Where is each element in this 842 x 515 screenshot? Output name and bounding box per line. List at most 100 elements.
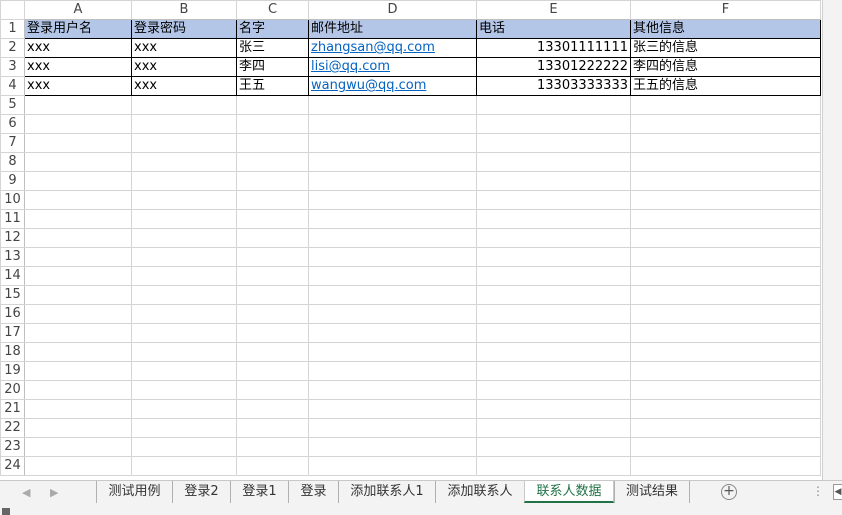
empty-cell[interactable] xyxy=(630,209,821,229)
tab-sheet[interactable]: 测试结果 xyxy=(614,481,690,503)
scroll-left-icon[interactable]: ◀ xyxy=(833,484,842,500)
vertical-scrollbar[interactable] xyxy=(822,0,842,480)
empty-cell[interactable] xyxy=(24,342,132,362)
empty-cell[interactable] xyxy=(308,456,477,476)
cell-email-link[interactable]: zhangsan@qq.com xyxy=(308,38,477,58)
chevron-right-icon[interactable]: ▶ xyxy=(50,486,58,499)
empty-cell[interactable] xyxy=(630,190,821,210)
empty-cell[interactable] xyxy=(131,418,237,438)
empty-cell[interactable] xyxy=(308,95,477,115)
row-header[interactable]: 10 xyxy=(0,190,25,210)
row-header[interactable]: 9 xyxy=(0,171,25,191)
cell-header-password[interactable]: 登录密码 xyxy=(131,19,237,39)
empty-cell[interactable] xyxy=(630,228,821,248)
empty-cell[interactable] xyxy=(236,304,309,324)
empty-cell[interactable] xyxy=(131,171,237,191)
empty-cell[interactable] xyxy=(236,399,309,419)
empty-cell[interactable] xyxy=(24,266,132,286)
empty-cell[interactable] xyxy=(308,361,477,381)
empty-cell[interactable] xyxy=(131,456,237,476)
empty-cell[interactable] xyxy=(476,456,631,476)
empty-cell[interactable] xyxy=(131,380,237,400)
row-header[interactable]: 8 xyxy=(0,152,25,172)
empty-cell[interactable] xyxy=(630,247,821,267)
empty-cell[interactable] xyxy=(24,152,132,172)
empty-cell[interactable] xyxy=(24,171,132,191)
column-header-c[interactable]: C xyxy=(236,0,309,20)
column-header-f[interactable]: F xyxy=(630,0,821,20)
cell-info[interactable]: 李四的信息 xyxy=(630,57,821,77)
empty-cell[interactable] xyxy=(476,380,631,400)
empty-cell[interactable] xyxy=(630,133,821,153)
empty-cell[interactable] xyxy=(476,247,631,267)
tab-sheet[interactable]: 添加联系人1 xyxy=(338,481,435,503)
cell-info[interactable]: 张三的信息 xyxy=(630,38,821,58)
vertical-dots-icon[interactable]: ⋮ xyxy=(812,484,824,498)
empty-cell[interactable] xyxy=(24,247,132,267)
empty-cell[interactable] xyxy=(476,171,631,191)
cell-table[interactable]: A B C D E F 1 登录用户名 登录密码 名字 邮件地址 电话 其他信息… xyxy=(0,0,821,476)
row-header[interactable]: 7 xyxy=(0,133,25,153)
empty-cell[interactable] xyxy=(476,323,631,343)
empty-cell[interactable] xyxy=(236,342,309,362)
empty-cell[interactable] xyxy=(630,437,821,457)
empty-cell[interactable] xyxy=(236,380,309,400)
empty-cell[interactable] xyxy=(131,95,237,115)
tab-sheet[interactable]: 登录2 xyxy=(172,481,230,503)
empty-cell[interactable] xyxy=(24,380,132,400)
empty-cell[interactable] xyxy=(131,190,237,210)
row-header[interactable]: 16 xyxy=(0,304,25,324)
empty-cell[interactable] xyxy=(308,190,477,210)
empty-cell[interactable] xyxy=(308,114,477,134)
empty-cell[interactable] xyxy=(24,361,132,381)
empty-cell[interactable] xyxy=(476,399,631,419)
empty-cell[interactable] xyxy=(630,380,821,400)
empty-cell[interactable] xyxy=(476,418,631,438)
empty-cell[interactable] xyxy=(236,209,309,229)
empty-cell[interactable] xyxy=(476,304,631,324)
cell-email-link[interactable]: lisi@qq.com xyxy=(308,57,477,77)
cell-name[interactable]: 张三 xyxy=(236,38,309,58)
empty-cell[interactable] xyxy=(630,152,821,172)
row-header[interactable]: 22 xyxy=(0,418,25,438)
empty-cell[interactable] xyxy=(131,342,237,362)
cell-phone[interactable]: 13301111111 xyxy=(476,38,631,58)
cell-info[interactable]: 王五的信息 xyxy=(630,76,821,96)
empty-cell[interactable] xyxy=(308,380,477,400)
row-header[interactable]: 18 xyxy=(0,342,25,362)
cell-email-link[interactable]: wangwu@qq.com xyxy=(308,76,477,96)
empty-cell[interactable] xyxy=(236,456,309,476)
empty-cell[interactable] xyxy=(308,342,477,362)
empty-cell[interactable] xyxy=(236,133,309,153)
row-header[interactable]: 6 xyxy=(0,114,25,134)
empty-cell[interactable] xyxy=(630,171,821,191)
empty-cell[interactable] xyxy=(131,114,237,134)
empty-cell[interactable] xyxy=(131,266,237,286)
empty-cell[interactable] xyxy=(630,361,821,381)
row-header[interactable]: 3 xyxy=(0,57,25,77)
empty-cell[interactable] xyxy=(630,266,821,286)
empty-cell[interactable] xyxy=(24,133,132,153)
row-header[interactable]: 19 xyxy=(0,361,25,381)
empty-cell[interactable] xyxy=(24,285,132,305)
empty-cell[interactable] xyxy=(476,228,631,248)
empty-cell[interactable] xyxy=(476,342,631,362)
empty-cell[interactable] xyxy=(131,323,237,343)
cell-password[interactable]: xxx xyxy=(131,57,237,77)
empty-cell[interactable] xyxy=(476,133,631,153)
row-header[interactable]: 5 xyxy=(0,95,25,115)
cell-name[interactable]: 李四 xyxy=(236,57,309,77)
empty-cell[interactable] xyxy=(630,285,821,305)
empty-cell[interactable] xyxy=(236,323,309,343)
cell-phone[interactable]: 13301222222 xyxy=(476,57,631,77)
empty-cell[interactable] xyxy=(236,266,309,286)
empty-cell[interactable] xyxy=(24,228,132,248)
cell-header-phone[interactable]: 电话 xyxy=(476,19,631,39)
empty-cell[interactable] xyxy=(131,133,237,153)
row-header[interactable]: 14 xyxy=(0,266,25,286)
empty-cell[interactable] xyxy=(24,323,132,343)
empty-cell[interactable] xyxy=(630,399,821,419)
tab-sheet[interactable]: 登录1 xyxy=(230,481,288,503)
empty-cell[interactable] xyxy=(24,95,132,115)
empty-cell[interactable] xyxy=(630,342,821,362)
